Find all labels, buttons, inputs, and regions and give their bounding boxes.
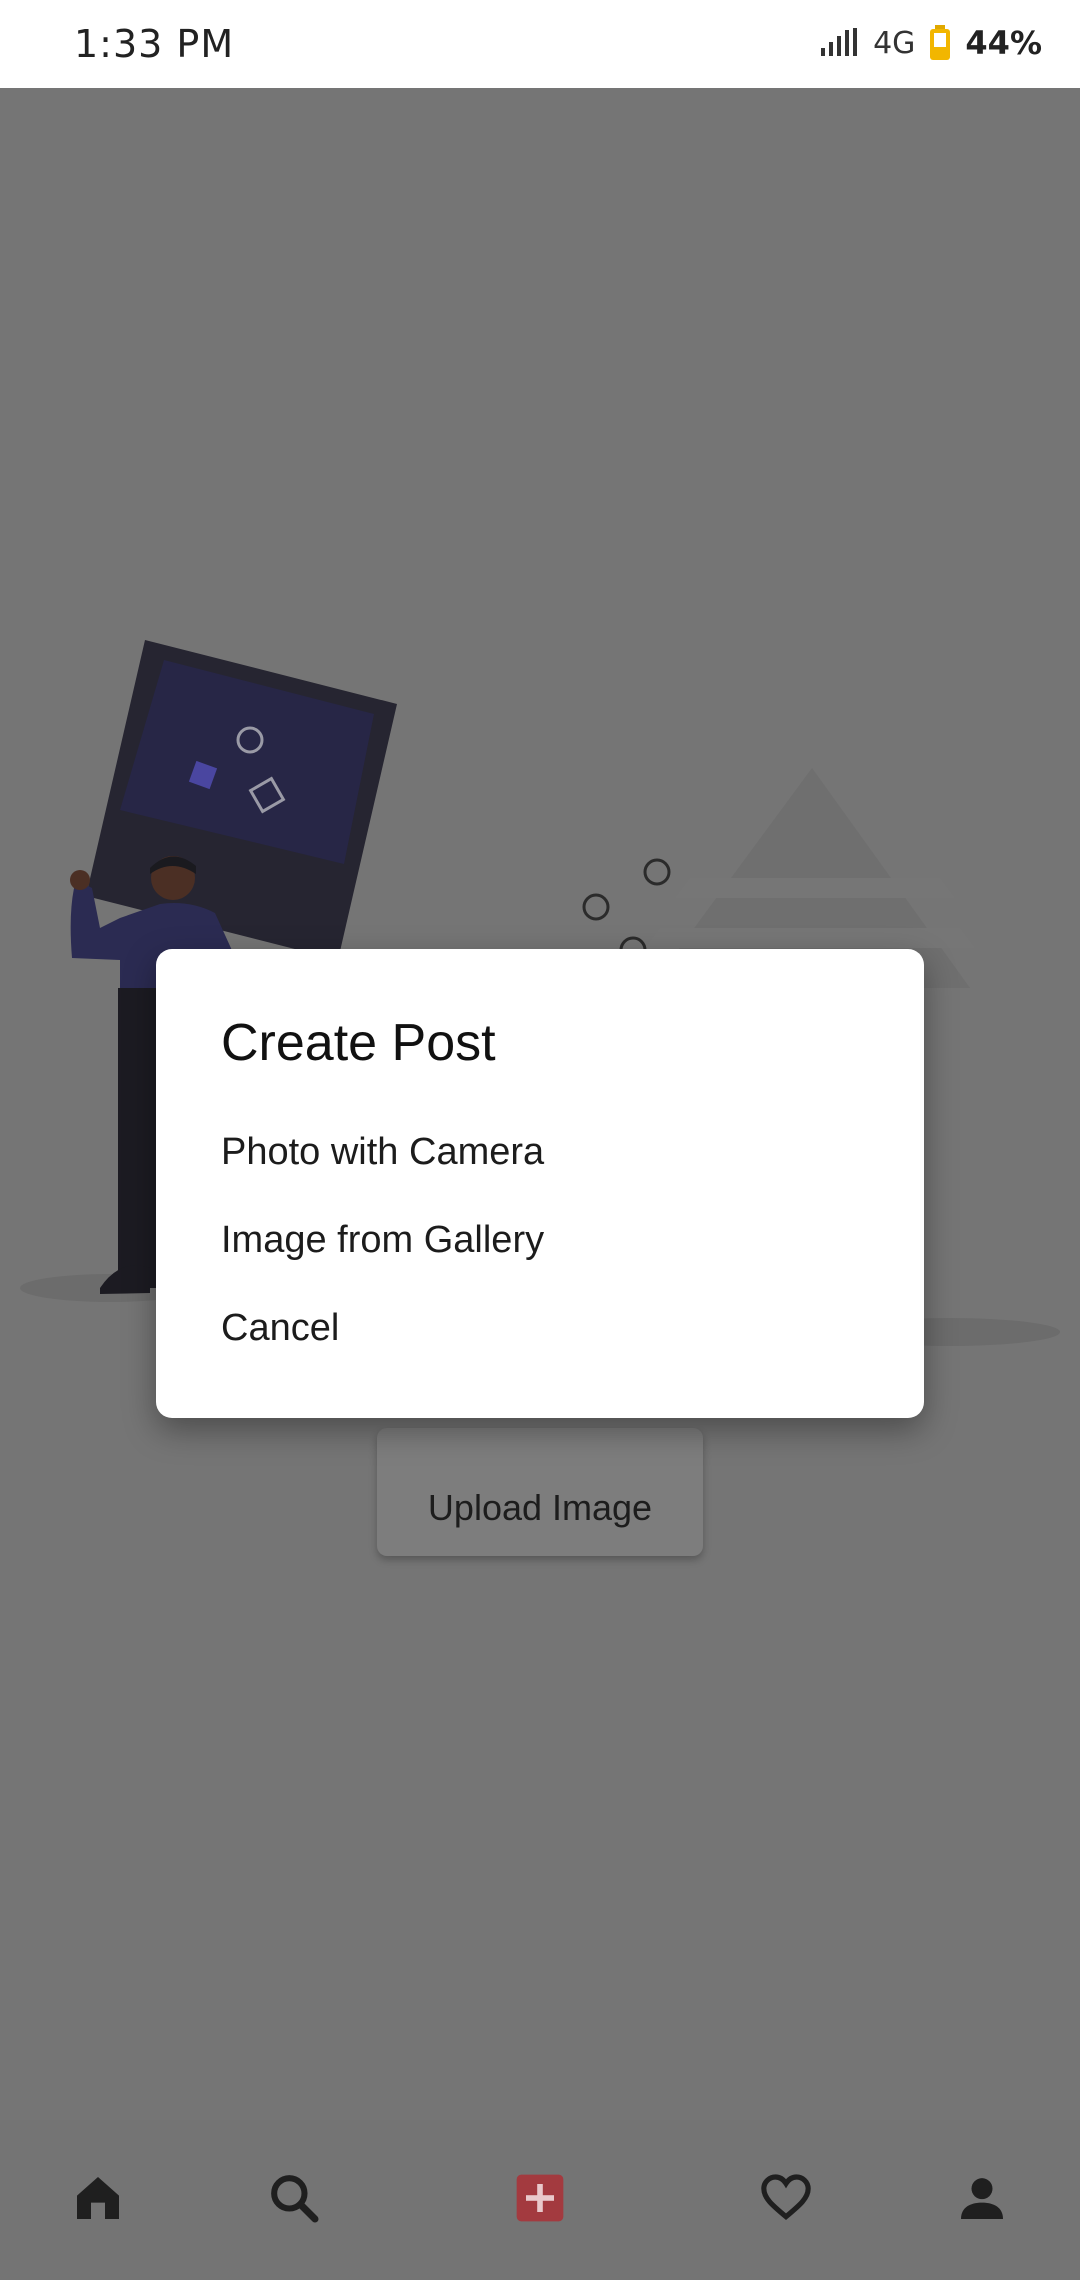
- battery-percent: 44%: [965, 24, 1042, 62]
- signal-icon: [821, 28, 858, 56]
- network-type: 4G: [873, 25, 916, 61]
- nav-add-post[interactable]: [500, 2158, 580, 2238]
- nav-favorites[interactable]: [746, 2158, 826, 2238]
- search-icon: [271, 2175, 319, 2223]
- nav-home[interactable]: [58, 2158, 138, 2238]
- heart-icon: [761, 2174, 811, 2221]
- add-post-icon: [516, 2174, 564, 2222]
- status-icons: 4G 44%: [819, 24, 1042, 62]
- nav-search[interactable]: [254, 2158, 334, 2238]
- profile-icon: [961, 2178, 1003, 2219]
- nav-profile[interactable]: [942, 2158, 1022, 2238]
- create-post-dialog: Create Post Photo with Camera Image from…: [156, 949, 924, 1418]
- home-icon: [77, 2177, 119, 2219]
- battery-icon: [930, 25, 951, 60]
- status-time: 1:33 PM: [74, 22, 235, 66]
- upload-image-button[interactable]: Upload Image: [377, 1428, 703, 1556]
- dialog-title: Create Post: [221, 1014, 496, 1072]
- photo-with-camera-option[interactable]: Photo with Camera: [221, 1131, 544, 1174]
- bottom-nav: [0, 2120, 1080, 2280]
- status-bar: 1:33 PM 4G 44%: [0, 0, 1080, 88]
- image-from-gallery-option[interactable]: Image from Gallery: [221, 1219, 544, 1262]
- cancel-option[interactable]: Cancel: [221, 1307, 339, 1350]
